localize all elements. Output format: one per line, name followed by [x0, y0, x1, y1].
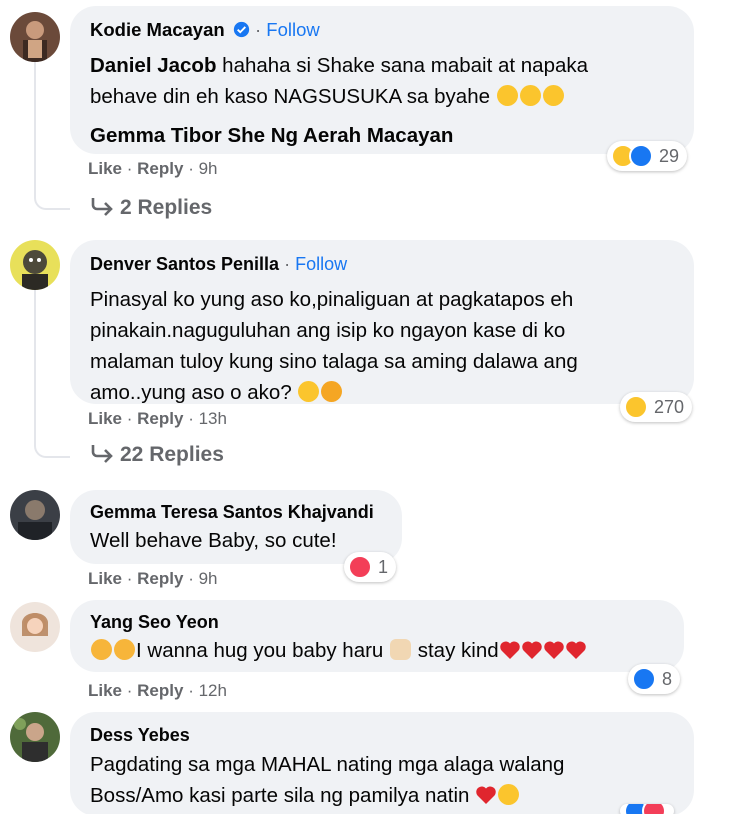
timestamp[interactable]: 13h — [199, 409, 227, 428]
reaction-count: 8 — [662, 668, 673, 689]
comment-text: Well behave Baby, so cute! — [90, 529, 337, 552]
reaction-summary[interactable] — [620, 804, 674, 814]
reply-button[interactable]: Reply — [137, 681, 183, 700]
red-heart-icon — [476, 786, 496, 804]
comment-text: Boss/Amo kasi parte sila ng pamilya nati… — [90, 784, 470, 807]
verified-icon — [233, 21, 249, 38]
thread-line — [34, 62, 36, 192]
frowning-emoji-icon — [321, 381, 343, 402]
love-reaction-icon — [642, 804, 666, 814]
avatar[interactable] — [10, 12, 60, 62]
red-heart-icon — [543, 641, 564, 659]
timestamp[interactable]: 12h — [199, 681, 227, 700]
reply-arrow-icon — [91, 445, 113, 463]
comment-bubble: Denver Santos Penilla · Follow Pinasyal … — [70, 240, 694, 404]
author-name[interactable]: Yang Seo Yeon — [90, 610, 664, 634]
reaction-summary[interactable]: 8 — [628, 664, 681, 694]
view-replies-link[interactable]: 22 Replies — [90, 443, 224, 467]
reaction-count: 270 — [654, 396, 685, 417]
like-button[interactable]: Like — [88, 569, 122, 588]
like-button[interactable]: Like — [88, 159, 122, 178]
comment-text: pinakain.naguguluhan ang isip ko ngayon … — [90, 319, 566, 342]
reaction-summary[interactable]: 1 — [344, 552, 397, 582]
reaction-summary[interactable]: 270 — [620, 392, 693, 422]
comment-bubble: Yang Seo Yeon I wanna hug you baby haru … — [70, 600, 684, 672]
mention-tags[interactable]: Gemma Tibor She Ng Aerah Macayan — [90, 120, 674, 151]
red-heart-icon — [565, 641, 586, 659]
laughing-emoji-icon — [542, 85, 564, 106]
red-heart-icon — [521, 641, 542, 659]
comment-actions: Like · Reply · 9h — [88, 569, 218, 588]
reaction-count: 1 — [378, 556, 389, 577]
comment-actions: Like · Reply · 9h — [88, 159, 218, 178]
dog-face-emoji-icon — [390, 639, 412, 660]
author-name[interactable]: Gemma Teresa Santos Khajvandi — [90, 500, 382, 524]
timestamp[interactable]: 9h — [199, 569, 218, 588]
follow-link[interactable]: Follow — [266, 19, 319, 40]
thread-line — [34, 180, 70, 210]
reply-arrow-icon — [91, 198, 113, 216]
like-button[interactable]: Like — [88, 681, 122, 700]
like-reaction-icon — [629, 144, 653, 168]
like-button[interactable]: Like — [88, 409, 122, 428]
comment-actions: Like · Reply · 13h — [88, 409, 227, 428]
love-reaction-icon — [348, 555, 372, 579]
thread-line — [34, 428, 70, 458]
reply-button[interactable]: Reply — [137, 159, 183, 178]
mention-link[interactable]: Daniel Jacob — [90, 54, 216, 77]
comment-text: Pagdating sa mga MAHAL nating mga alaga … — [90, 753, 565, 776]
comment-text: hahaha si Shake sana mabait at napaka — [222, 54, 589, 77]
like-reaction-icon — [632, 667, 656, 691]
follow-link[interactable]: Follow — [295, 254, 347, 274]
comment-text: amo..yung aso o ako? — [90, 381, 292, 404]
comment-actions: Like · Reply · 12h — [88, 681, 227, 700]
timestamp[interactable]: 9h — [199, 159, 218, 178]
reply-button[interactable]: Reply — [137, 409, 183, 428]
laughing-emoji-icon — [519, 85, 541, 106]
reaction-summary[interactable]: 29 — [607, 141, 688, 171]
haha-reaction-icon — [624, 395, 648, 419]
winking-kiss-emoji-icon — [498, 784, 520, 805]
laughing-emoji-icon — [496, 85, 518, 106]
comment-bubble: Dess Yebes Pagdating sa mga MAHAL nating… — [70, 712, 694, 814]
comment-text: I wanna hug you baby haru — [136, 639, 384, 662]
reaction-count: 29 — [659, 145, 680, 166]
thread-line — [34, 290, 36, 440]
avatar[interactable] — [10, 712, 60, 762]
avatar[interactable] — [10, 490, 60, 540]
smiling-hearts-emoji-icon — [91, 639, 112, 660]
author-name[interactable]: Dess Yebes — [90, 723, 674, 747]
reply-button[interactable]: Reply — [137, 569, 183, 588]
comment-bubble: Kodie Macayan · Follow Daniel Jacob haha… — [70, 6, 694, 154]
author-name[interactable]: Denver Santos Penilla — [90, 254, 279, 274]
pleading-emoji-icon — [298, 381, 320, 402]
comment-text: malaman tuloy kung sino talaga sa aming … — [90, 350, 578, 373]
comment-text: stay kind — [417, 639, 499, 662]
comment-text: Pinasyal ko yung aso ko,pinaliguan at pa… — [90, 288, 574, 311]
author-name[interactable]: Kodie Macayan — [90, 19, 225, 40]
comment-text: behave din eh kaso NAGSUSUKA sa byahe — [90, 85, 490, 108]
red-heart-icon — [499, 641, 520, 659]
avatar[interactable] — [10, 240, 60, 290]
view-replies-link[interactable]: 2 Replies — [90, 196, 212, 220]
smiling-hearts-emoji-icon — [114, 639, 135, 660]
avatar[interactable] — [10, 602, 60, 652]
